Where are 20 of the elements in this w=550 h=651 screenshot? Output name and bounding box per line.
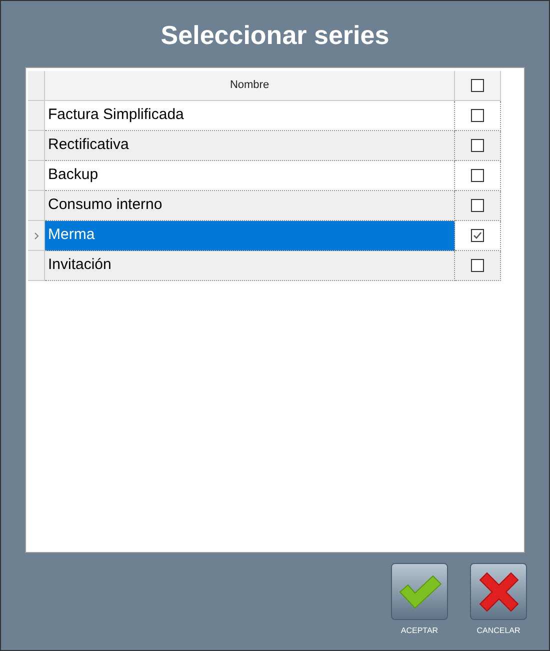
column-header[interactable]: Nombre bbox=[45, 71, 455, 101]
checkbox[interactable] bbox=[471, 169, 484, 182]
checkbox[interactable] bbox=[471, 109, 484, 122]
checkbox[interactable] bbox=[471, 259, 484, 272]
cross-icon bbox=[478, 572, 518, 612]
checkmark-icon bbox=[398, 574, 442, 610]
table-cell[interactable]: Invitación bbox=[45, 251, 455, 281]
table-cell[interactable]: Merma bbox=[45, 221, 455, 251]
table-cell[interactable]: Backup bbox=[45, 161, 455, 191]
table-cell[interactable]: Consumo interno bbox=[45, 191, 455, 221]
table-cell[interactable]: Rectificativa bbox=[45, 131, 455, 161]
table-cell[interactable]: Factura Simplificada bbox=[45, 101, 455, 131]
checkbox[interactable] bbox=[471, 229, 484, 242]
column-header[interactable] bbox=[455, 71, 501, 101]
window-title: Seleccionar series bbox=[160, 19, 390, 52]
checkbox[interactable] bbox=[471, 139, 484, 152]
row-header bbox=[28, 71, 45, 101]
chevron-icon bbox=[34, 232, 38, 240]
checkbox[interactable] bbox=[471, 79, 484, 92]
checkbox[interactable] bbox=[471, 199, 484, 212]
